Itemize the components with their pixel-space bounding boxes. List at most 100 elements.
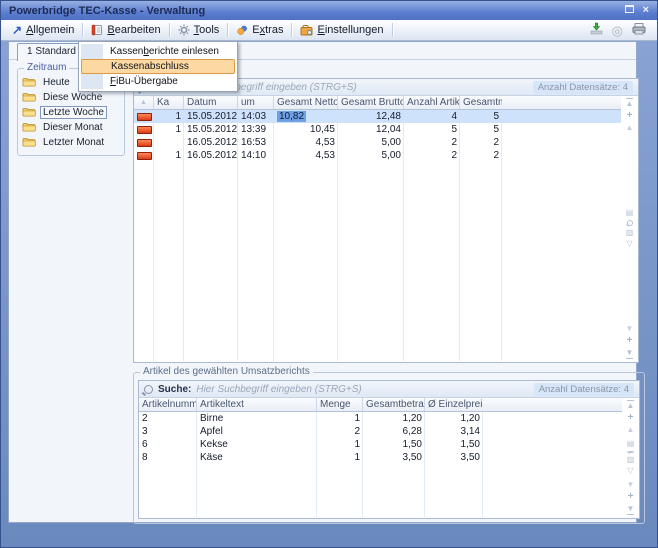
menu-einstellungen[interactable]: Einstellungen	[293, 22, 390, 38]
scroll-last-icon[interactable]: ▼	[627, 505, 635, 515]
folder-icon	[22, 91, 36, 105]
sidebar-item-diese-woche[interactable]: Diese Woche	[22, 90, 124, 105]
group-label: Zeitraum	[24, 62, 69, 73]
zoom-icon[interactable]	[627, 220, 633, 226]
grid-view-icon[interactable]: ▤	[626, 209, 634, 217]
menu-separator	[227, 23, 228, 37]
menubar: ↗ Allgemein Bearbeiten Tools Extras Eins…	[1, 20, 657, 41]
scroll-down-icon[interactable]: ▼	[626, 325, 634, 333]
page-up-icon[interactable]: +	[627, 111, 633, 121]
filter-icon[interactable]: ▽	[626, 240, 632, 248]
menu-separator	[169, 23, 170, 37]
table-row[interactable]: 1 16.05.2012 /Mi 14:10 4,53 5,00 2 2	[134, 149, 621, 162]
grid-navigator: ▲ + ▲ ▤ ▨ ▽ ▼ + ▼	[622, 98, 637, 359]
app-window: Powerbridge TEC-Kasse - Verwaltung × ↗ A…	[0, 0, 658, 548]
refresh-icon[interactable]: ◎	[612, 24, 623, 37]
tab-standard[interactable]: 1 Standard	[17, 43, 86, 61]
artikel-groupbox: Artikel des gewählten Umsatzberichts Suc…	[133, 372, 645, 524]
column-header-menge[interactable]: Menge	[317, 398, 363, 411]
menu-label: Einstellungen	[317, 24, 383, 36]
table-row[interactable]: 8 Käse 1 3,50 3,50	[139, 451, 622, 464]
extras-balls-icon	[236, 24, 248, 36]
import-icon[interactable]	[589, 22, 604, 38]
column-header-artikeltext[interactable]: Artikeltext	[197, 398, 317, 411]
grid-body: 1 15.05.2012 /Di 14:03 10,82 12,48 4 5 1…	[134, 110, 621, 361]
folder-icon	[22, 76, 36, 90]
zoom-icon[interactable]	[628, 451, 634, 453]
edit-book-icon	[91, 24, 103, 36]
menu-item-fibu-uebergabe[interactable]: FiBu-Übergabe	[81, 74, 235, 89]
menu-label: Allgemein	[26, 24, 74, 36]
folder-icon	[22, 121, 36, 135]
filter-icon[interactable]: ▽	[627, 467, 633, 475]
grid-body: 2 Birne 1 1,20 1,20 3 Apfel 2 6,28 3,14	[139, 412, 622, 517]
scroll-up-icon[interactable]: ▲	[626, 124, 634, 132]
scroll-first-icon[interactable]: ▲	[626, 98, 634, 108]
sidebar-item-letzter-monat[interactable]: Letzter Monat	[22, 135, 124, 150]
scroll-last-icon[interactable]: ▼	[626, 349, 634, 359]
report-icon	[137, 152, 152, 160]
scroll-down-icon[interactable]: ▼	[627, 481, 635, 489]
grid-navigator: ▲ + ▲ ▤ ▨ ▽ ▼ + ▼	[623, 400, 638, 515]
search-placeholder: Hier Suchbegriff eingeben (STRG+S)	[196, 384, 361, 395]
column-header-gesamtbetrag[interactable]: Gesamtbetrag	[363, 398, 425, 411]
record-count-badge: Anzahl Datensätze: 4	[534, 383, 634, 396]
sidebar-item-letzte-woche[interactable]: Letzte Woche	[22, 105, 124, 120]
column-header-datum[interactable]: Datum	[184, 96, 238, 109]
column-header-brutto[interactable]: Gesamt Brutto▲	[338, 96, 404, 109]
edit-icon[interactable]: ▨	[626, 229, 634, 237]
gear-icon	[178, 24, 190, 36]
print-icon[interactable]	[631, 22, 647, 38]
menu-label: Extras	[252, 24, 283, 36]
menu-tools[interactable]: Tools	[171, 22, 227, 38]
menu-allgemein[interactable]: ↗ Allgemein	[5, 22, 81, 38]
search-bar[interactable]: Suche: Hier Suchbegriff eingeben (STRG+S…	[139, 381, 639, 398]
artikel-panel: Suche: Hier Suchbegriff eingeben (STRG+S…	[138, 380, 640, 519]
bearbeiten-dropdown-menu: Kassenberichte einlesen Kassenabschluss …	[78, 41, 238, 92]
sidebar-item-dieser-monat[interactable]: Dieser Monat	[22, 120, 124, 135]
page-up-icon[interactable]: +	[628, 413, 634, 423]
column-header-icon[interactable]: ▲	[134, 96, 154, 109]
report-icon	[137, 139, 152, 147]
scroll-up-icon[interactable]: ▲	[627, 426, 635, 434]
artikel-grid: Artikelnummer Artikeltext Menge Gesamtbe…	[139, 398, 622, 517]
column-header-um[interactable]: um	[238, 96, 274, 109]
column-header-menge[interactable]: Gesamtmeng	[460, 96, 502, 109]
menu-label: Tools	[194, 24, 220, 36]
table-row[interactable]: 6 Kekse 1 1,50 1,50	[139, 438, 622, 451]
column-header-einzelpreis[interactable]: Ø Einzelpreis	[425, 398, 483, 411]
grid-header: Artikelnummer Artikeltext Menge Gesamtbe…	[139, 398, 622, 412]
group-label: Artikel des gewählten Umsatzberichts	[140, 366, 313, 377]
grid-view-icon[interactable]: ▤	[627, 440, 635, 448]
table-row[interactable]: 1 15.05.2012 /Di 13:39 10,45 12,04 5 5	[134, 123, 621, 136]
menu-item-kassenabschluss[interactable]: Kassenabschluss	[81, 59, 235, 74]
table-row[interactable]: 2 Birne 1 1,20 1,20	[139, 412, 622, 425]
selected-cell[interactable]: 10,82	[277, 111, 306, 122]
page-down-icon[interactable]: +	[627, 336, 633, 346]
table-row[interactable]: 1 15.05.2012 /Di 14:03 10,82 12,48 4 5	[134, 110, 621, 123]
scroll-first-icon[interactable]: ▲	[627, 400, 635, 410]
menu-separator	[82, 23, 83, 37]
table-row[interactable]: 3 Apfel 2 6,28 3,14	[139, 425, 622, 438]
edit-icon[interactable]: ▨	[627, 456, 635, 464]
column-header-netto[interactable]: Gesamt Netto	[274, 96, 338, 109]
menu-bearbeiten[interactable]: Bearbeiten	[84, 22, 167, 38]
table-row[interactable]: 16.05.2012 /Mi 16:53 4,53 5,00 2 2	[134, 136, 621, 149]
restore-icon[interactable]	[625, 5, 634, 16]
folder-icon	[22, 136, 36, 150]
page-down-icon[interactable]: +	[628, 492, 634, 502]
titlebar: Powerbridge TEC-Kasse - Verwaltung ×	[1, 1, 657, 20]
reports-grid: ▲ Ka Datum um Gesamt Netto Gesamt Brutto…	[134, 96, 621, 361]
menu-separator	[291, 23, 292, 37]
menu-extras[interactable]: Extras	[229, 22, 290, 38]
menu-item-kassenberichte-einlesen[interactable]: Kassenberichte einlesen	[81, 44, 235, 59]
content-area: 1 Standard Zeitraum Heute Diese Woche Le…	[8, 41, 637, 523]
close-icon[interactable]: ×	[643, 5, 649, 16]
record-count-badge: Anzahl Datensätze: 4	[533, 81, 633, 94]
column-header-ka[interactable]: Ka	[154, 96, 184, 109]
column-header-artikel[interactable]: Anzahl Artikel	[404, 96, 460, 109]
folder-icon	[22, 106, 36, 120]
arrow-ne-icon: ↗	[12, 24, 22, 36]
column-header-artikelnummer[interactable]: Artikelnummer	[139, 398, 197, 411]
settings-case-icon	[300, 24, 313, 36]
